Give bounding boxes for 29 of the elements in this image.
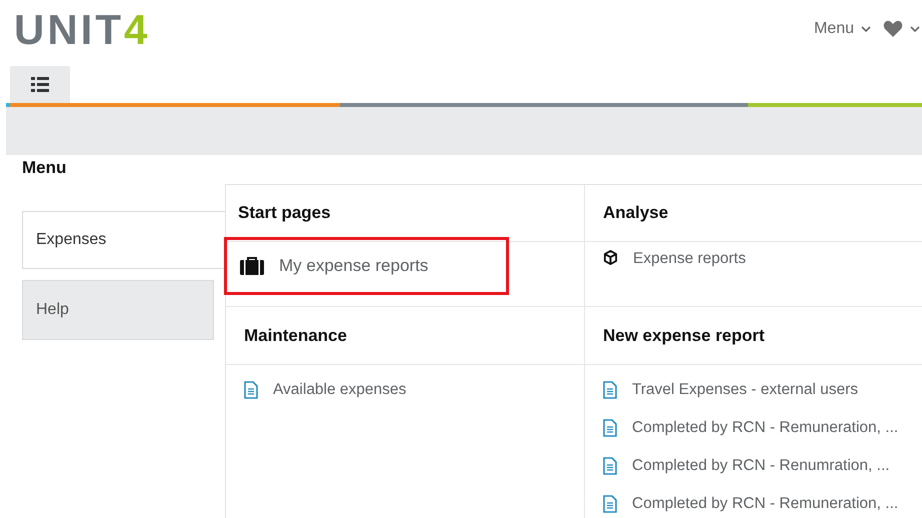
menu-link[interactable]: Completed by RCN - Renumration, ... <box>603 453 922 478</box>
section-heading: Maintenance <box>226 307 584 365</box>
document-icon <box>603 418 617 436</box>
section-heading: New expense report <box>584 307 922 365</box>
briefcase-icon <box>240 257 264 275</box>
list-icon <box>31 77 49 92</box>
section-heading: Analyse <box>584 185 922 242</box>
menu-link[interactable]: My expense reports <box>240 254 428 278</box>
logo[interactable]: UNIT4 <box>14 9 150 51</box>
cube-icon <box>603 250 618 265</box>
heart-icon <box>883 20 903 38</box>
menu-link[interactable]: Expense reports <box>603 250 922 268</box>
menu-link[interactable]: Completed by RCN - Remuneration, ... <box>603 491 922 516</box>
chevron-down-icon <box>910 26 920 32</box>
menu-link[interactable]: Completed by RCN - Remuneration, ... <box>603 415 922 440</box>
menu-tab[interactable] <box>10 66 70 103</box>
favorites-dropdown[interactable] <box>883 20 920 38</box>
document-icon <box>244 380 258 398</box>
menu-link[interactable]: Available expenses <box>244 377 584 402</box>
menu-heading: Menu <box>22 158 66 178</box>
document-icon <box>603 380 617 398</box>
document-icon <box>603 456 617 474</box>
document-icon <box>603 494 617 512</box>
sidebar-item[interactable]: Expenses <box>22 211 225 269</box>
section-heading: Start pages <box>226 185 584 242</box>
sidebar-item[interactable]: Help <box>22 280 214 340</box>
chevron-down-icon <box>861 26 871 32</box>
menu-dropdown[interactable]: Menu <box>814 20 871 38</box>
menu-link[interactable]: Travel Expenses - external users <box>603 377 922 402</box>
